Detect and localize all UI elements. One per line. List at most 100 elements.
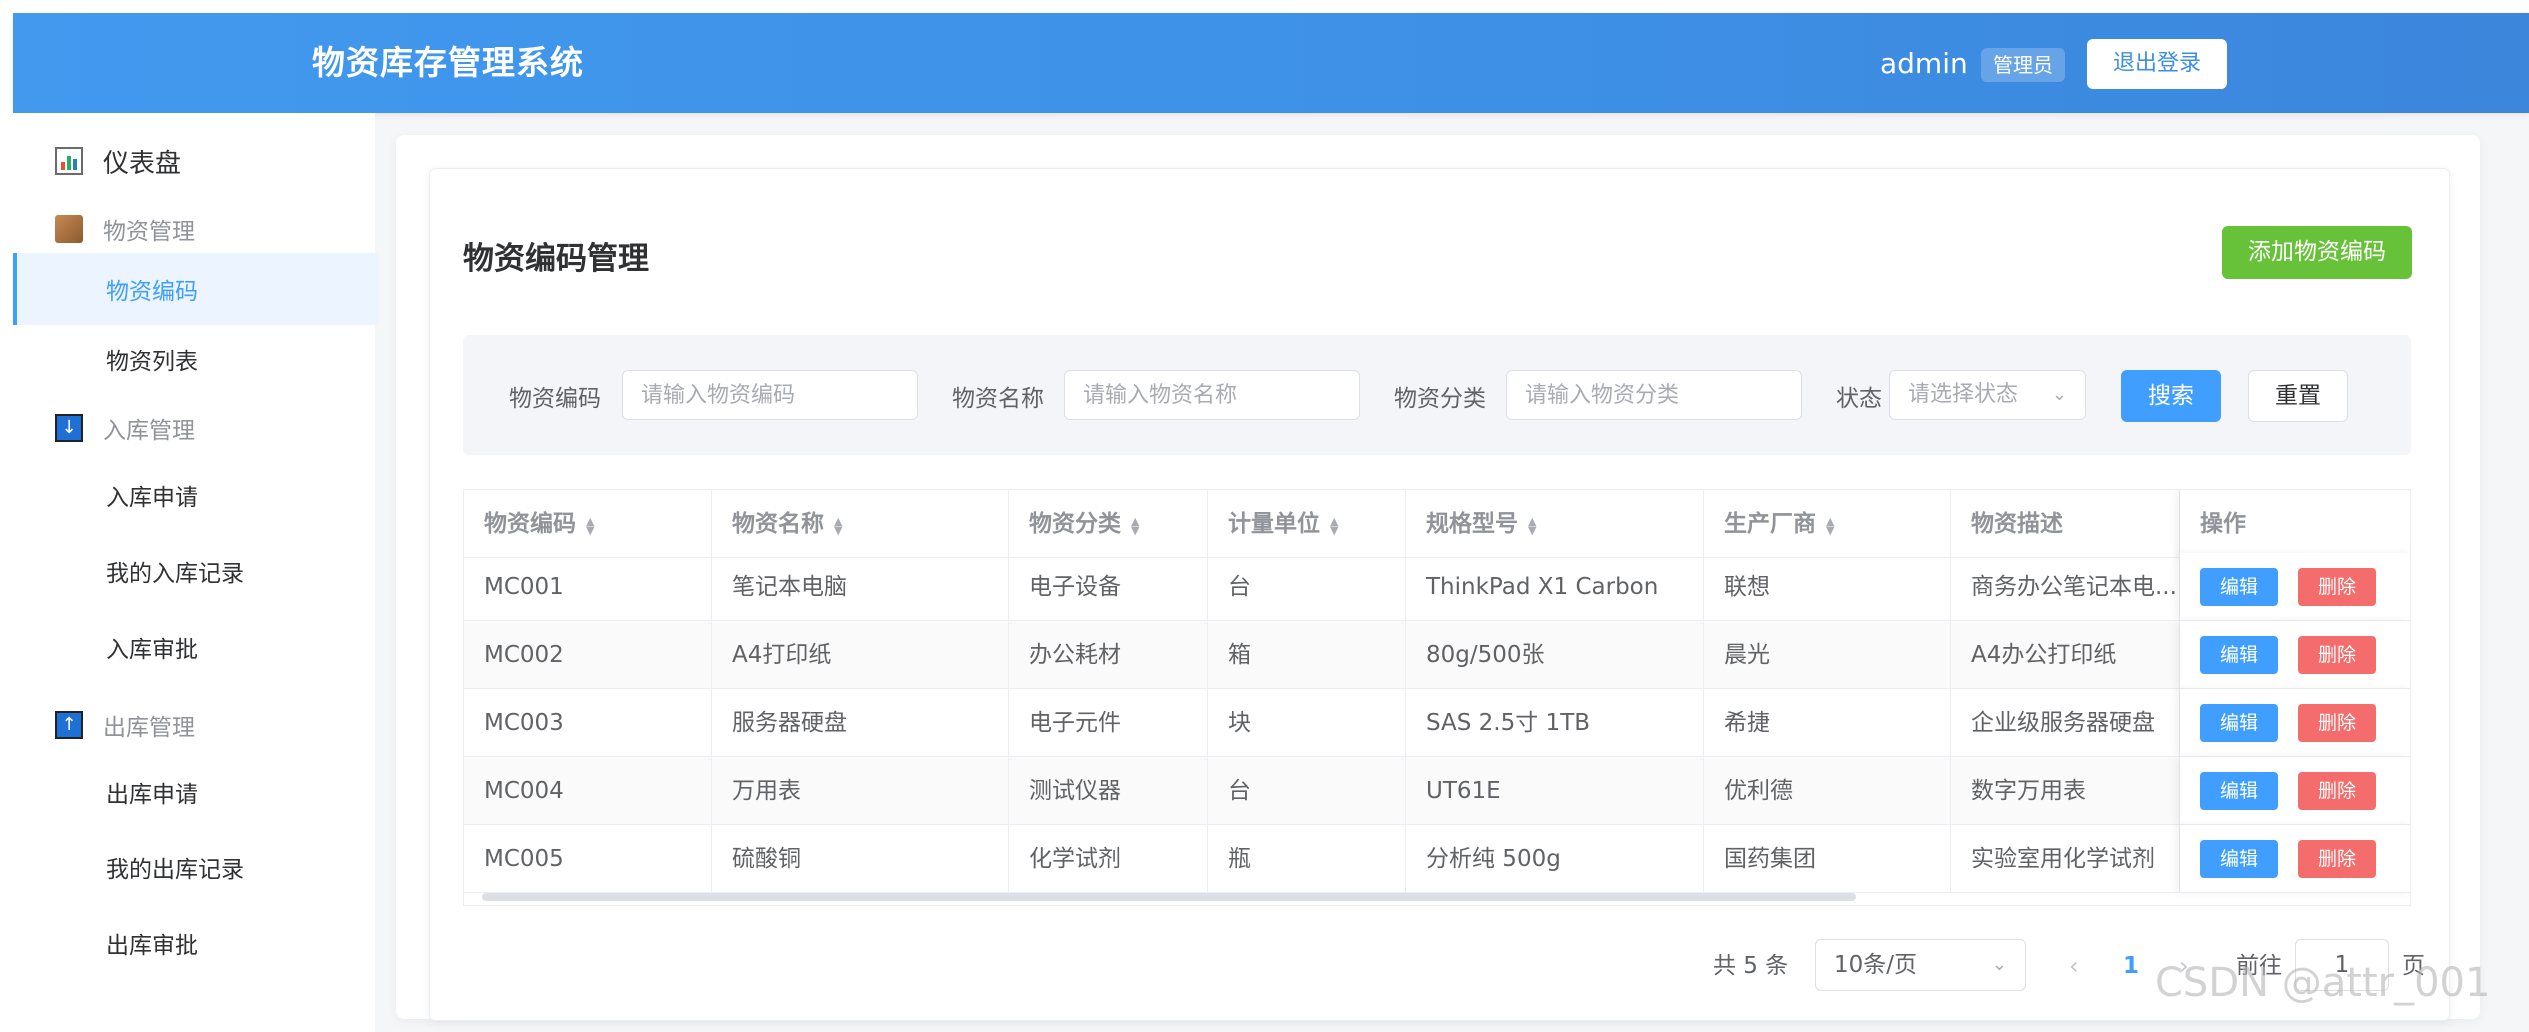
table-header-col-spec[interactable]: 规格型号 ▲ ▼ bbox=[1406, 490, 1704, 558]
package-icon bbox=[55, 215, 83, 243]
sidebar-group-outbound[interactable]: ↑ 出库管理 bbox=[13, 689, 375, 761]
horizontal-scrollbar[interactable] bbox=[482, 893, 1856, 901]
table-cell: UT61E bbox=[1406, 757, 1704, 825]
table-cell-actions: 编辑 删除 bbox=[2180, 825, 2410, 893]
header-label: 物资分类 bbox=[1029, 511, 1121, 537]
table-cell: 分析纯 500g bbox=[1406, 825, 1704, 893]
header-label: 物资名称 bbox=[732, 511, 824, 537]
delete-button[interactable]: 删除 bbox=[2298, 636, 2376, 674]
sort-icon[interactable]: ▲ ▼ bbox=[1826, 516, 1834, 536]
sidebar-item-my-outbound[interactable]: 我的出库记录 bbox=[13, 831, 375, 903]
add-material-code-button[interactable]: 添加物资编码 bbox=[2222, 226, 2412, 279]
code-input[interactable] bbox=[622, 370, 918, 420]
prev-page-button[interactable]: ‹ bbox=[2069, 951, 2079, 981]
chevron-down-icon: ⌄ bbox=[2051, 384, 2067, 405]
sidebar-item-outbound-approve[interactable]: 出库审批 bbox=[13, 907, 375, 979]
status-select[interactable]: 请选择状态 ⌄ bbox=[1889, 370, 2086, 420]
page-size-select[interactable]: 10条/页 ⌄ bbox=[1815, 939, 2026, 991]
header-label: 物资编码 bbox=[484, 511, 576, 537]
sort-icon[interactable]: ▲ ▼ bbox=[834, 516, 842, 536]
table-cell: 企业级服务器硬盘 bbox=[1951, 689, 2180, 757]
table-cell: A4办公打印纸 bbox=[1951, 621, 2180, 689]
delete-button[interactable]: 删除 bbox=[2298, 704, 2376, 742]
table-cell: 办公耗材 bbox=[1009, 621, 1208, 689]
table-cell: 电子设备 bbox=[1009, 553, 1208, 621]
table-cell: 化学试剂 bbox=[1009, 825, 1208, 893]
sidebar-item-material-list[interactable]: 物资列表 bbox=[13, 323, 375, 395]
table-header-col-unit[interactable]: 计量单位 ▲ ▼ bbox=[1208, 490, 1406, 558]
sidebar-item-inbound-apply[interactable]: 入库申请 bbox=[13, 459, 375, 531]
sidebar-item-label: 出库审批 bbox=[106, 933, 198, 959]
name-input[interactable] bbox=[1064, 370, 1360, 420]
role-badge: 管理员 bbox=[1981, 48, 2065, 82]
table-cell: 实验室用化学试剂 bbox=[1951, 825, 2180, 893]
sidebar-item-dashboard[interactable]: 仪表盘 bbox=[13, 125, 375, 197]
sort-icon[interactable]: ▲ ▼ bbox=[586, 516, 594, 536]
name-label: 物资名称 bbox=[952, 386, 1044, 412]
table-header-col-code[interactable]: 物资编码 ▲ ▼ bbox=[464, 490, 712, 558]
edit-button[interactable]: 编辑 bbox=[2200, 704, 2278, 742]
table-cell: 测试仪器 bbox=[1009, 757, 1208, 825]
sidebar-item-label: 出库申请 bbox=[106, 782, 198, 808]
table-cell: 国药集团 bbox=[1704, 825, 1951, 893]
category-input[interactable] bbox=[1506, 370, 1802, 420]
table-cell: 优利德 bbox=[1704, 757, 1951, 825]
header-label: 规格型号 bbox=[1426, 511, 1518, 537]
sort-icon[interactable]: ▲ ▼ bbox=[1528, 516, 1536, 536]
table-cell: SAS 2.5寸 1TB bbox=[1406, 689, 1704, 757]
table-cell: MC001 bbox=[464, 553, 712, 621]
header-label: 生产厂商 bbox=[1724, 511, 1816, 537]
code-label: 物资编码 bbox=[509, 386, 601, 412]
category-label: 物资分类 bbox=[1394, 386, 1486, 412]
username: admin bbox=[1880, 47, 1968, 80]
table-header-col-name[interactable]: 物资名称 ▲ ▼ bbox=[712, 490, 1009, 558]
edit-button[interactable]: 编辑 bbox=[2200, 568, 2278, 606]
arrow-down-icon: ↓ bbox=[55, 414, 83, 442]
sidebar-item-outbound-apply[interactable]: 出库申请 bbox=[13, 756, 375, 828]
sidebar-group-label: 出库管理 bbox=[103, 715, 195, 741]
sidebar-item-my-inbound[interactable]: 我的入库记录 bbox=[13, 535, 375, 607]
sidebar-item-label: 入库申请 bbox=[106, 485, 198, 511]
arrow-up-icon: ↑ bbox=[55, 711, 83, 739]
table-cell: 箱 bbox=[1208, 621, 1406, 689]
reset-button[interactable]: 重置 bbox=[2248, 370, 2348, 422]
sidebar-item-label: 入库审批 bbox=[106, 637, 198, 663]
sort-icon[interactable]: ▲ ▼ bbox=[1330, 516, 1338, 536]
status-placeholder: 请选择状态 bbox=[1908, 382, 2019, 407]
edit-button[interactable]: 编辑 bbox=[2200, 840, 2278, 878]
sidebar-item-label: 物资列表 bbox=[106, 349, 198, 375]
delete-button[interactable]: 删除 bbox=[2298, 840, 2376, 878]
sidebar-item-label: 仪表盘 bbox=[103, 148, 182, 179]
sidebar-item-material-code[interactable]: 物资编码 bbox=[13, 253, 379, 325]
logout-button[interactable]: 退出登录 bbox=[2087, 39, 2227, 89]
table-header-col-maker[interactable]: 生产厂商 ▲ ▼ bbox=[1704, 490, 1951, 558]
delete-button[interactable]: 删除 bbox=[2298, 568, 2376, 606]
table-cell: MC005 bbox=[464, 825, 712, 893]
watermark: CSDN @attr_001 bbox=[2155, 960, 2491, 1006]
sidebar-item-inbound-approve[interactable]: 入库审批 bbox=[13, 611, 375, 683]
table-cell: 台 bbox=[1208, 757, 1406, 825]
table-cell: 数字万用表 bbox=[1951, 757, 2180, 825]
page-title: 物资编码管理 bbox=[463, 241, 649, 277]
sidebar-item-label: 我的出库记录 bbox=[106, 857, 244, 883]
chevron-down-icon: ⌄ bbox=[1991, 954, 2007, 975]
sidebar-item-label: 我的入库记录 bbox=[106, 561, 244, 587]
edit-button[interactable]: 编辑 bbox=[2200, 636, 2278, 674]
materials-table: 物资编码 ▲ ▼ 物资名称 ▲ ▼ 物资分类 ▲ ▼ 计量单位 ▲ ▼ 规格型号 ▲ ▼ 生产厂商 ▲ ▼ 物资描述… bbox=[463, 489, 2411, 906]
table-cell: MC003 bbox=[464, 689, 712, 757]
sidebar-group-inbound[interactable]: ↓ 入库管理 bbox=[13, 392, 375, 464]
sort-icon[interactable]: ▲ ▼ bbox=[1131, 516, 1139, 536]
table-cell: 80g/500张 bbox=[1406, 621, 1704, 689]
page-size-value: 10条/页 bbox=[1834, 952, 1918, 978]
header-label: 操作 bbox=[2200, 511, 2246, 537]
page-number-1[interactable]: 1 bbox=[2123, 951, 2139, 981]
table-cell: 瓶 bbox=[1208, 825, 1406, 893]
table-cell: MC004 bbox=[464, 757, 712, 825]
search-button[interactable]: 搜索 bbox=[2121, 370, 2221, 422]
edit-button[interactable]: 编辑 bbox=[2200, 772, 2278, 810]
delete-button[interactable]: 删除 bbox=[2298, 772, 2376, 810]
bar-chart-icon bbox=[55, 147, 83, 175]
top-header: 物资库存管理系统 admin 管理员 退出登录 bbox=[13, 13, 2529, 113]
table-header-col-category[interactable]: 物资分类 ▲ ▼ bbox=[1009, 490, 1208, 558]
table-cell-actions: 编辑 删除 bbox=[2180, 621, 2410, 689]
